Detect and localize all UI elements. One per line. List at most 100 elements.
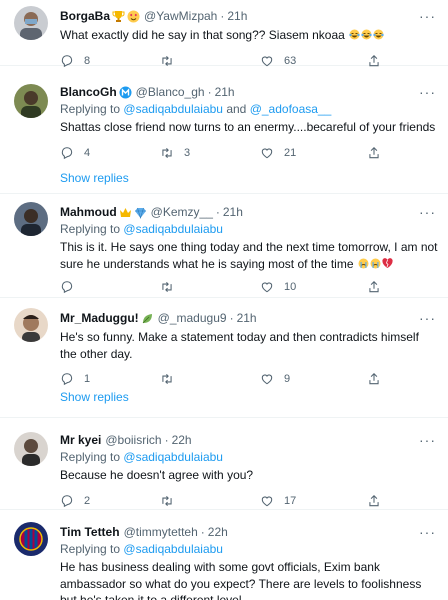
tweet[interactable]: Tim Tetteh @timmytetteh · 22h ··· Replyi… <box>0 510 448 600</box>
display-name[interactable]: Tim Tetteh <box>60 524 120 540</box>
user-handle[interactable]: @YawMizpah <box>144 8 217 24</box>
display-name[interactable]: BorgaBa <box>60 8 110 24</box>
reply-button[interactable]: 1 <box>60 372 90 386</box>
reply-count: 1 <box>84 373 91 385</box>
reply-button[interactable]: 2 <box>60 494 90 508</box>
like-button[interactable]: 9 <box>260 372 290 386</box>
share-icon <box>369 373 379 385</box>
share-icon <box>369 281 379 293</box>
more-icon[interactable]: ··· <box>419 9 436 23</box>
retweet-button[interactable] <box>160 280 184 294</box>
timestamp[interactable]: 21h <box>227 8 247 24</box>
share-icon <box>369 494 379 506</box>
retweet-icon <box>162 281 172 293</box>
tweet[interactable]: Mr_Maduggu! @_madugu9 · 21h ··· He's so … <box>0 298 448 418</box>
user-handle[interactable]: @Blanco_gh <box>136 84 205 100</box>
display-name[interactable]: Mr_Maduggu! <box>60 310 139 326</box>
tweet-text: He's so funny. Make a statement today an… <box>60 330 419 361</box>
broken-heart-emoji-icon <box>382 257 393 269</box>
tweet[interactable]: Mahmoud @Kemzy__ · 21h ··· Replying to @… <box>0 194 448 298</box>
reply-button[interactable]: 4 <box>60 146 90 160</box>
avatar[interactable] <box>14 308 48 342</box>
avatar[interactable] <box>14 432 48 466</box>
like-button[interactable]: 17 <box>260 494 296 508</box>
show-replies-link[interactable]: Show replies <box>60 170 129 186</box>
timestamp[interactable]: 21h <box>223 204 243 220</box>
tweet[interactable]: BorgaBa @YawMizpah · 21h ··· What exactl… <box>0 0 448 67</box>
reply-count: 4 <box>84 146 91 159</box>
reply-button[interactable] <box>60 280 84 294</box>
more-icon[interactable]: ··· <box>419 311 436 325</box>
share-button[interactable] <box>367 372 381 386</box>
avatar[interactable] <box>14 202 48 236</box>
share-button[interactable] <box>367 146 381 160</box>
tweet[interactable]: BlancoGh @Blanco_gh · 21h ··· Replying t… <box>0 66 448 194</box>
replying-to-label: Replying to <box>60 222 121 236</box>
like-count: 17 <box>284 494 297 507</box>
like-icon <box>261 282 273 293</box>
share-button[interactable] <box>367 494 381 508</box>
mention-link[interactable]: @sadiqabdulaiabu <box>123 542 223 556</box>
crying-laughing-emoji-icon <box>349 29 360 40</box>
user-handle[interactable]: @boiisrich <box>105 432 161 448</box>
tweet[interactable]: Mr kyei @boiisrich · 22h ··· Replying to… <box>0 418 448 510</box>
retweet-button[interactable] <box>160 494 184 508</box>
avatar[interactable] <box>14 522 48 556</box>
retweet-count: 3 <box>184 146 191 159</box>
replying-to: Replying to @sadiqabdulaiabu <box>60 449 438 465</box>
tweet-text: Because he doesn't agree with you? <box>60 468 254 482</box>
mention-link[interactable]: @sadiqabdulaiabu <box>123 102 223 116</box>
mention-link[interactable]: @sadiqabdulaiabu <box>123 222 223 236</box>
display-name[interactable]: BlancoGh <box>60 84 117 100</box>
heart-eyes-emoji-icon <box>127 10 140 23</box>
retweet-button[interactable]: 3 <box>160 146 190 160</box>
show-replies-link[interactable]: Show replies <box>60 389 129 405</box>
crying-face-emoji-icon <box>358 258 369 269</box>
more-icon[interactable]: ··· <box>419 525 436 539</box>
reply-icon <box>61 146 73 159</box>
more-icon[interactable]: ··· <box>419 85 436 99</box>
m-circle-icon <box>119 86 132 99</box>
like-count: 9 <box>284 373 291 385</box>
timestamp[interactable]: 22h <box>208 524 228 540</box>
reply-icon <box>61 281 73 294</box>
more-icon[interactable]: ··· <box>419 433 436 447</box>
user-handle[interactable]: @timmytetteh <box>124 524 198 540</box>
mention-link[interactable]: @sadiqabdulaiabu <box>123 450 223 464</box>
share-icon <box>369 146 379 158</box>
leaf-icon <box>141 312 154 325</box>
tweet-text: What exactly did he say in that song?? S… <box>60 28 345 42</box>
user-handle[interactable]: @_madugu9 <box>158 310 227 326</box>
like-button[interactable]: 21 <box>260 146 296 160</box>
crying-face-emoji-icon <box>370 258 381 269</box>
replying-to: Replying to @sadiqabdulaiabu and @_adofo… <box>60 101 438 117</box>
timestamp[interactable]: 22h <box>172 432 192 448</box>
reply-icon <box>61 373 73 386</box>
like-icon <box>261 495 273 506</box>
mention-link[interactable]: @_adofoasa__ <box>250 102 332 116</box>
like-icon <box>261 147 273 158</box>
replies-feed: BorgaBa @YawMizpah · 21h ··· What exactl… <box>0 0 448 600</box>
like-button[interactable]: 10 <box>260 280 296 294</box>
user-handle[interactable]: @Kemzy__ <box>151 204 213 220</box>
separator: · <box>215 205 220 219</box>
crying-laughing-emoji-icon <box>373 29 384 40</box>
avatar[interactable] <box>14 6 48 40</box>
avatar[interactable] <box>14 84 48 118</box>
display-name[interactable]: Mahmoud <box>60 204 117 220</box>
retweet-icon <box>162 147 172 158</box>
like-count: 63 <box>284 54 297 67</box>
share-button[interactable] <box>367 280 381 294</box>
replying-to: Replying to @sadiqabdulaiabu <box>60 541 438 557</box>
timestamp[interactable]: 21h <box>237 310 257 326</box>
more-icon[interactable]: ··· <box>419 205 436 219</box>
separator: · <box>229 311 234 325</box>
timestamp[interactable]: 21h <box>215 84 235 100</box>
like-count: 21 <box>284 146 297 159</box>
retweet-icon <box>162 495 172 506</box>
like-count: 10 <box>284 281 297 293</box>
retweet-button[interactable] <box>160 372 184 386</box>
replying-to: Replying to @sadiqabdulaiabu <box>60 221 438 237</box>
reply-count: 2 <box>84 494 91 507</box>
display-name[interactable]: Mr kyei <box>60 432 101 448</box>
